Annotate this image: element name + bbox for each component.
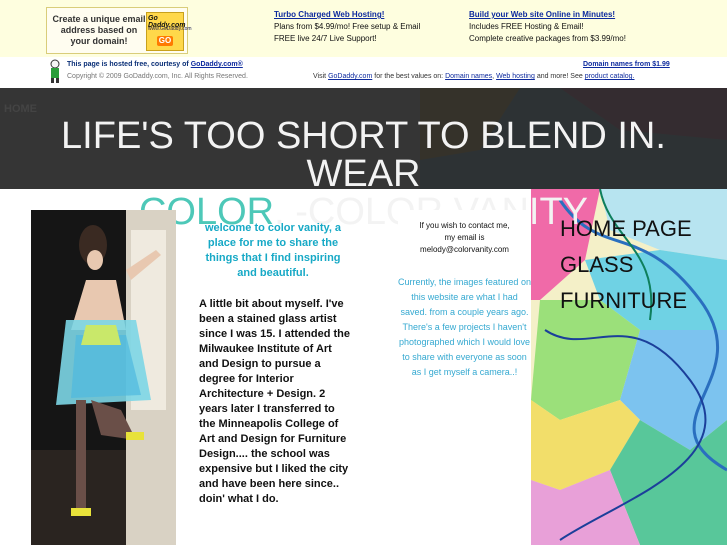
email-ad-text: Create a unique email address based on y… — [52, 14, 146, 46]
about-text: A little bit about myself. I've been a s… — [199, 298, 350, 505]
nav-home-page[interactable]: HOME PAGE — [560, 211, 692, 247]
domain-names-link[interactable]: Domain names — [445, 73, 492, 80]
hosted-free-notice: This page is hosted free, courtesy of Go… — [67, 61, 243, 68]
tagline-banner: LIFE'S TOO SHORT TO BLEND IN. WEAR COLOR… — [0, 88, 727, 231]
and-more-text: and more! See — [536, 73, 583, 80]
godaddy-mascot-icon — [50, 59, 60, 83]
hosted-free-text: This page is hosted free, courtesy of — [67, 61, 189, 68]
home-link[interactable]: HOME — [4, 103, 37, 115]
tagline-part1: LIFE'S TOO SHORT TO BLEND IN. WEAR — [61, 115, 666, 195]
visit-text: Visit — [313, 73, 327, 80]
web-hosting-link[interactable]: Web hosting — [496, 73, 535, 80]
hosting-promo: Turbo Charged Web Hosting! Plans from $4… — [274, 9, 420, 45]
contact-line1: If you wish to contact me, — [419, 221, 510, 230]
website-builder-promo: Build your Web site Online in Minutes! I… — [469, 9, 626, 45]
hosting-promo-link[interactable]: Turbo Charged Web Hosting! — [274, 9, 420, 21]
copyright-text: Copyright © 2009 GoDaddy.com, Inc. All R… — [67, 73, 248, 80]
hosting-promo-line2: FREE live 24/7 Live Support! — [274, 34, 377, 43]
contact-email[interactable]: melody@colorvanity.com — [398, 244, 531, 256]
visit-godaddy-line: Visit GoDaddy.com for the best values on… — [313, 73, 635, 80]
hosting-ad-bar: Create a unique email address based on y… — [0, 0, 727, 58]
domain-offer-link[interactable]: Domain names from $1.99 — [583, 61, 670, 68]
nav-furniture[interactable]: FURNITURE — [560, 283, 692, 319]
contact-panel: If you wish to contact me, my email is m… — [398, 210, 531, 545]
website-builder-link[interactable]: Build your Web site Online in Minutes! — [469, 9, 626, 21]
email-ad-banner[interactable]: Create a unique email address based on y… — [46, 7, 192, 54]
website-builder-line1: Includes FREE Hosting & Email! — [469, 22, 584, 31]
contact-info: If you wish to contact me, my email is m… — [398, 220, 531, 256]
artist-photo — [31, 210, 176, 545]
hosted-by-strip: This page is hosted free, courtesy of Go… — [0, 57, 727, 88]
contact-line2: my email is — [444, 233, 485, 242]
go-button[interactable]: GO — [157, 36, 173, 46]
hosting-promo-line1: Plans from $4.99/mo! Free setup & Email — [274, 22, 421, 31]
welcome-message: welcome to color vanity, a place for me … — [204, 222, 342, 279]
visit-godaddy-link[interactable]: GoDaddy.com — [328, 73, 372, 80]
nav-glass[interactable]: GLASS — [560, 247, 692, 283]
best-values-text: for the best values on: — [374, 73, 444, 80]
side-navigation: HOME PAGE GLASS FURNITURE — [560, 211, 692, 319]
godaddy-logo: Go Daddy.com www.GoDaddy.com GO — [146, 12, 192, 51]
images-note: Currently, the images featured on this w… — [398, 277, 531, 377]
godaddy-url-text: www.GoDaddy.com — [148, 26, 192, 32]
godaddy-link[interactable]: GoDaddy.com® — [191, 61, 243, 68]
product-catalog-link[interactable]: product catalog. — [585, 73, 635, 80]
website-builder-line2: Complete creative packages from $3.99/mo… — [469, 34, 626, 43]
